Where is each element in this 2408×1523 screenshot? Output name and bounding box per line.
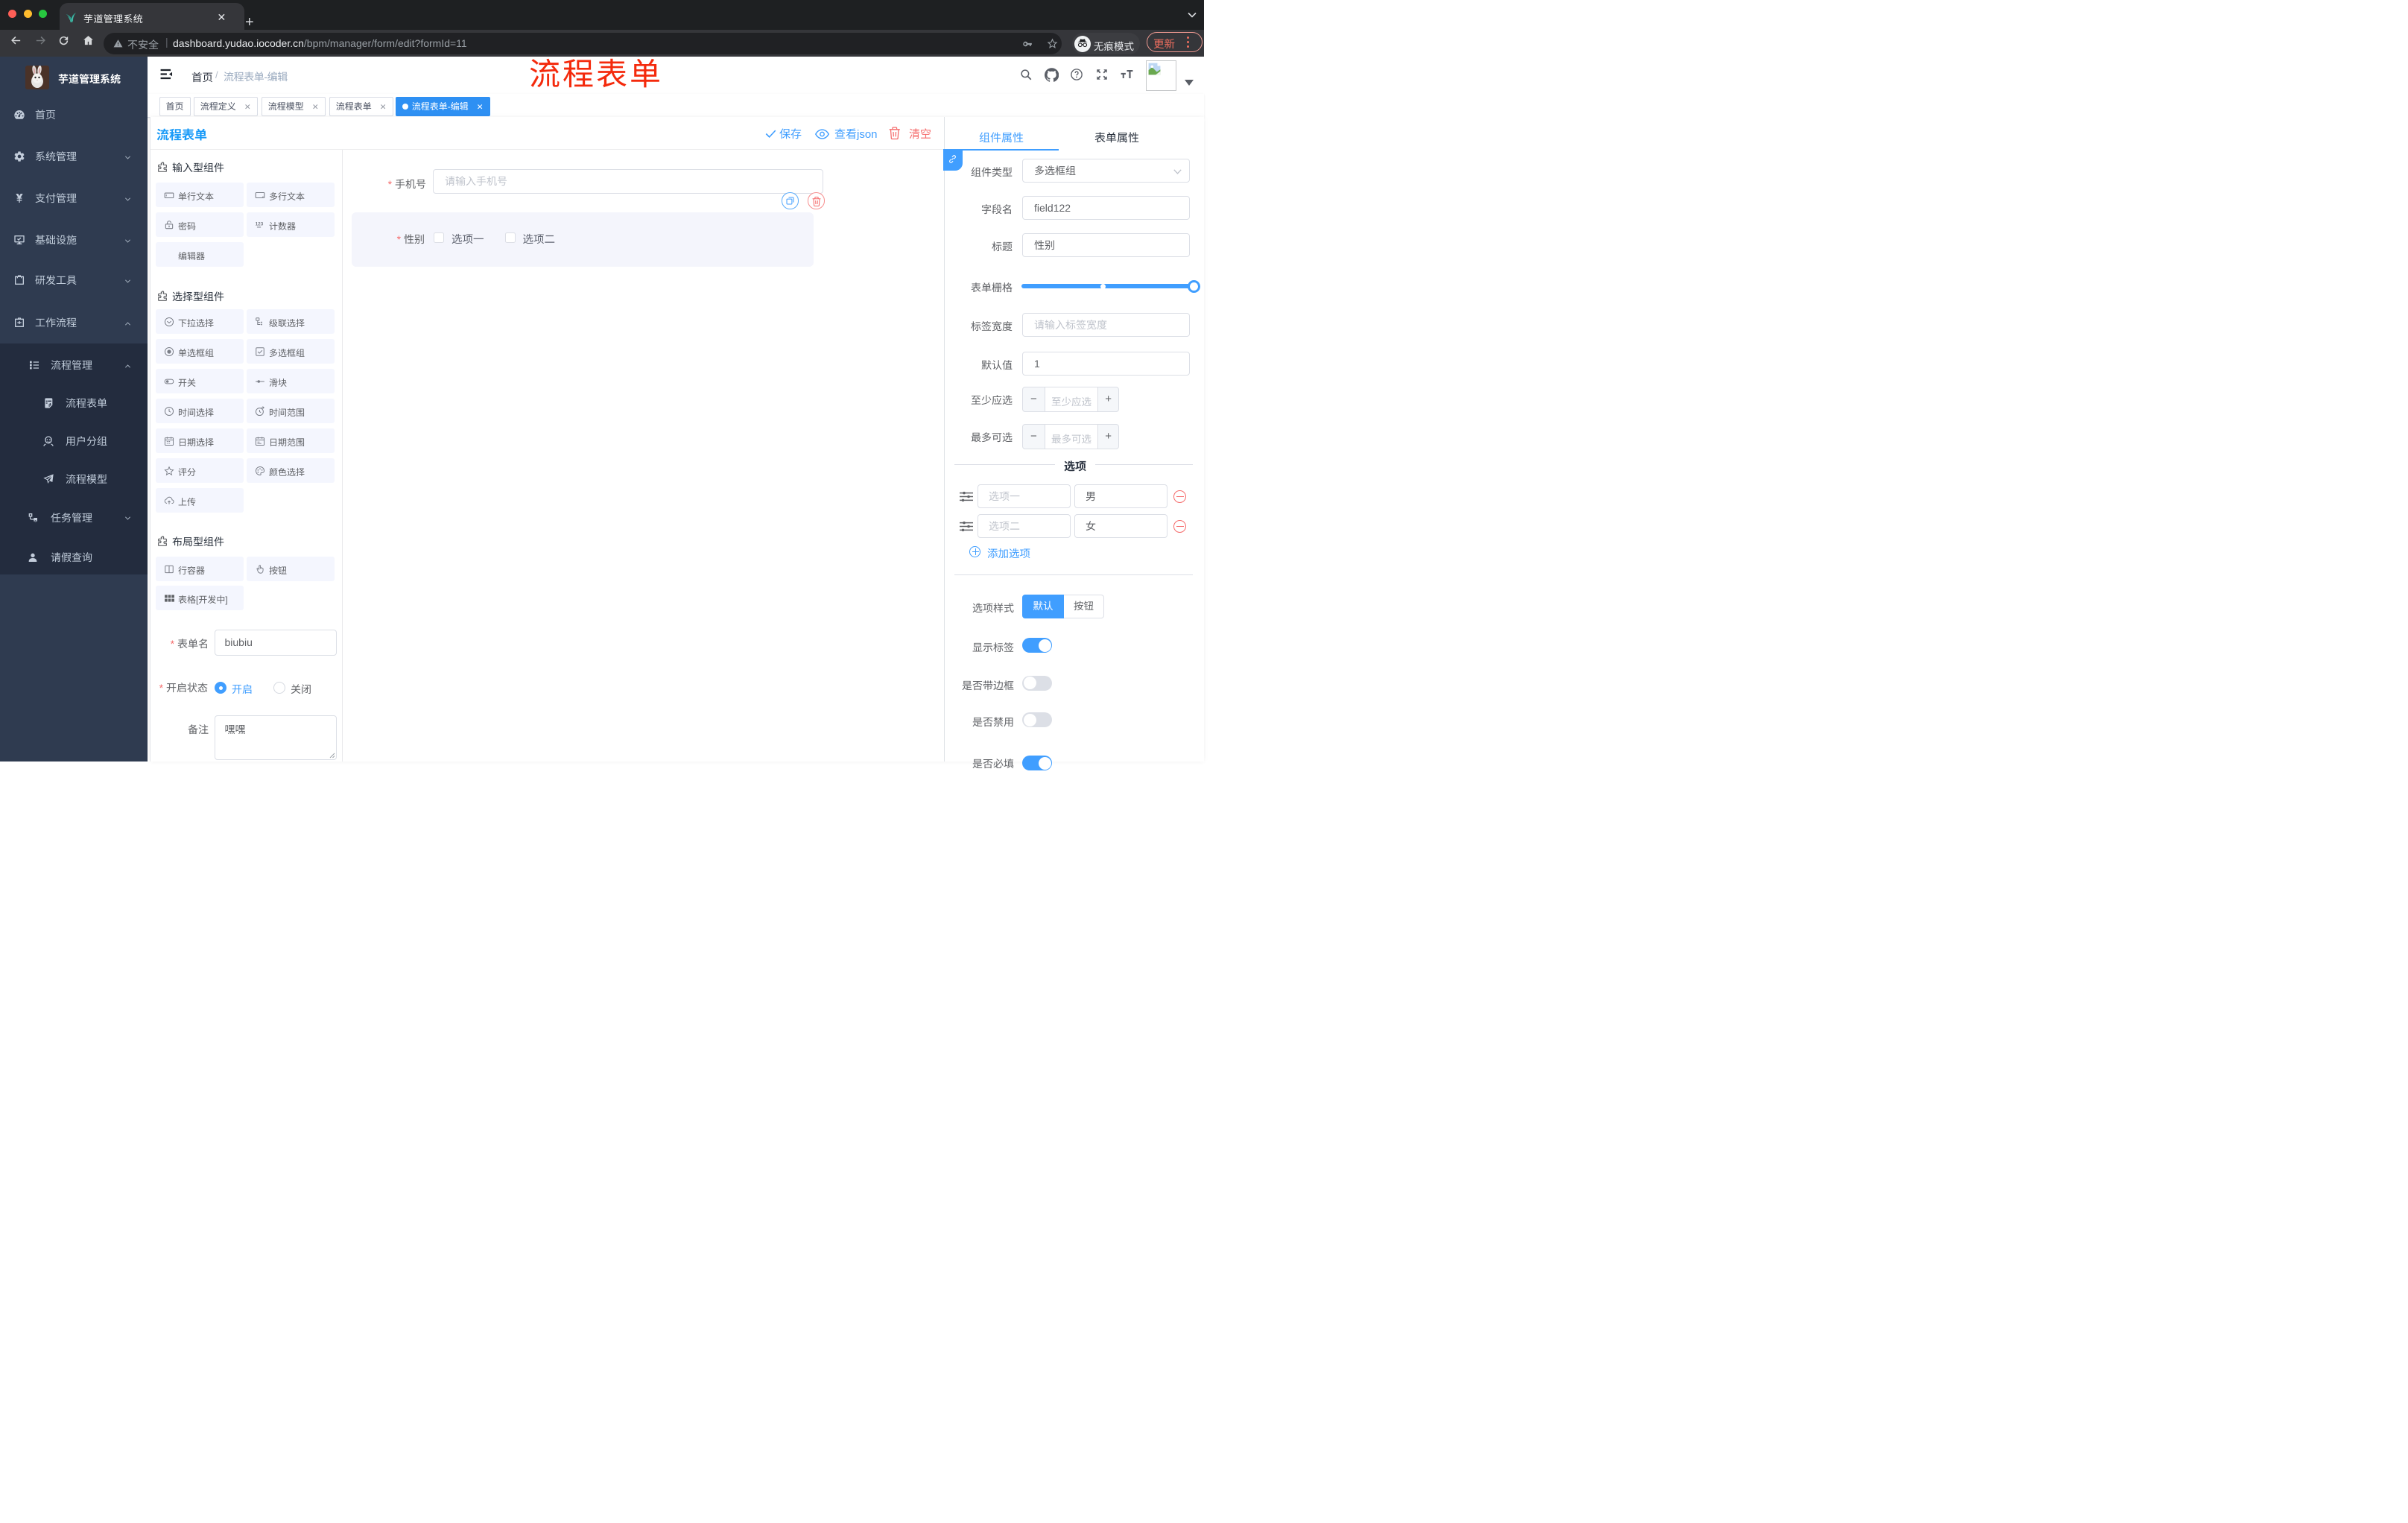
svg-text:123: 123 [256,221,264,227]
